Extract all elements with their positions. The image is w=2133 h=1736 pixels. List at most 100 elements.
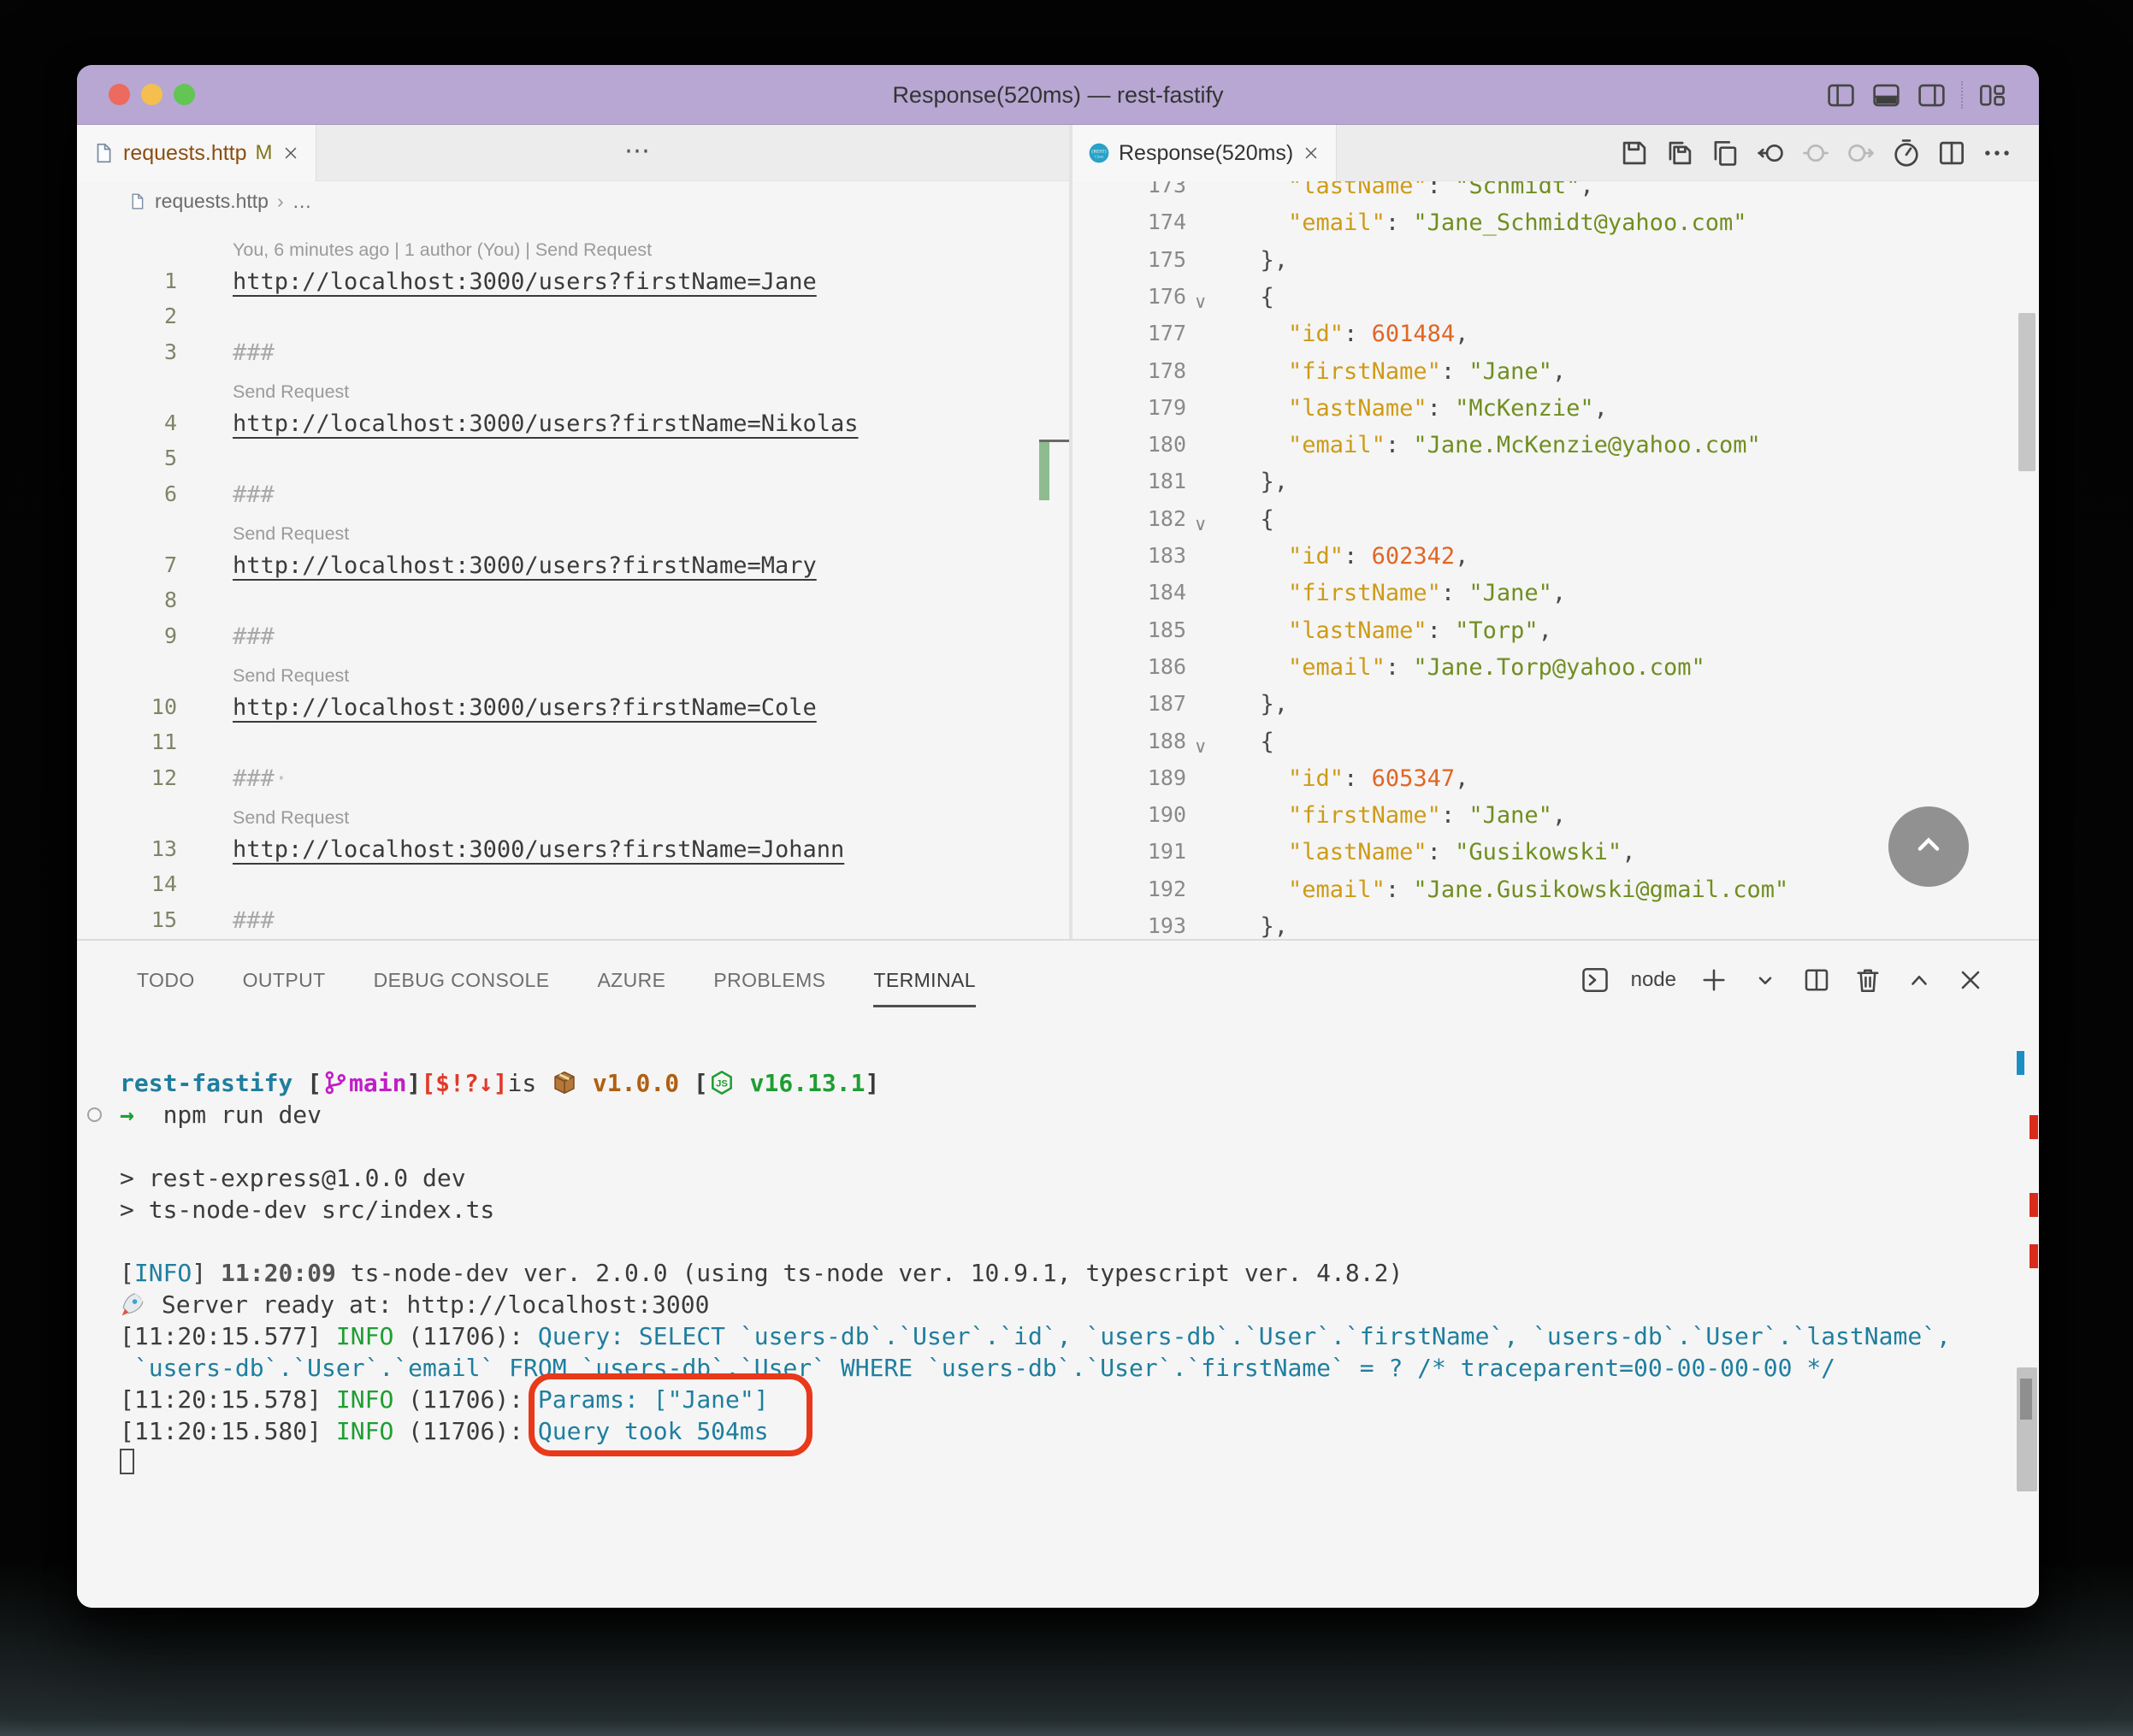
json-line: 179 "lastName": "McKenzie", [1072,395,2039,432]
panel-tab-output[interactable]: OUTPUT [243,941,326,1019]
new-terminal-icon[interactable] [1699,965,1729,995]
line-number: 181 [1147,469,1186,494]
line-number: 15 [151,906,177,932]
layout-panel-icon[interactable] [1870,80,1902,111]
close-tab-icon[interactable] [281,144,300,162]
close-panel-icon[interactable] [1955,965,1986,995]
json-line: 178 "firstName": "Jane", [1072,358,2039,395]
line-number: 12 [151,765,177,790]
fold-chevron-icon[interactable]: ∨ [1194,506,1207,543]
active-tab-underline [873,1005,976,1007]
breadcrumb-more[interactable]: … [292,190,312,213]
line-number: 3 [163,339,177,364]
tab-label: requests.http [123,140,247,165]
json-line: 184 "firstName": "Jane", [1072,580,2039,617]
send-request-lens[interactable]: You, 6 minutes ago | 1 author (You) | Se… [233,233,652,269]
nav-forward-icon[interactable] [1845,137,1877,169]
breadcrumb-file[interactable]: requests.http [155,190,269,213]
scroll-to-top-button[interactable] [1888,806,1969,887]
request-separator-comment: ### [233,906,275,934]
send-request-lens[interactable]: Send Request [233,800,349,836]
request-url-link[interactable]: http://localhost:3000/users?firstName=Co… [233,694,817,721]
tab-requests-http[interactable]: requests.http M [77,125,316,181]
request-url-link[interactable]: http://localhost:3000/users?firstName=Ja… [233,269,817,295]
save-copy-icon[interactable] [1663,137,1696,169]
line-number: 176 [1147,283,1186,309]
terminal-cursor [120,1449,134,1474]
tab-overflow-button[interactable]: ⋯ [624,125,650,181]
line-number: 14 [151,871,177,896]
panel-tab-terminal[interactable]: TERMINAL [873,941,976,1019]
send-request-lens[interactable]: Send Request [233,375,349,410]
send-request-lens[interactable]: Send Request [233,517,349,552]
breadcrumb[interactable]: requests.http › … [128,181,312,221]
split-terminal-icon[interactable] [1801,965,1832,995]
line-number: 6 [163,481,177,506]
line-number: 4 [163,410,177,435]
code-line: 5 [77,446,1069,481]
codelens-row: You, 6 minutes ago | 1 author (You) | Se… [77,233,1069,269]
tab-label: Response(520ms) [1119,140,1294,165]
json-line: 175 }, [1072,247,2039,284]
json-line: 180 "email": "Jane.McKenzie@yahoo.com" [1072,432,2039,469]
code-line: 14 [77,871,1069,907]
fold-chevron-icon[interactable]: ∨ [1194,729,1207,765]
rest-client-icon: {REST} Client [1088,140,1110,166]
split-editor-icon[interactable] [1935,137,1968,169]
request-url-link[interactable]: http://localhost:3000/users?firstName=Ma… [233,552,817,579]
line-number: 192 [1147,876,1186,901]
line-number: 175 [1147,246,1186,272]
code-line: 6 ### [77,481,1069,517]
save-icon[interactable] [1618,137,1651,169]
request-separator-comment: ### [233,623,275,650]
editor-actions [1618,125,2013,181]
request-url-link[interactable]: http://localhost:3000/users?firstName=Ni… [233,410,859,437]
chevron-down-icon[interactable] [1750,965,1781,995]
layout-sidebar-left-icon[interactable] [1825,80,1857,111]
trash-icon[interactable] [1852,965,1883,995]
svg-text:JS: JS [716,1079,728,1089]
json-line: 186 "email": "Jane.Torp@yahoo.com" [1072,654,2039,691]
code-line: 9 ### [77,623,1069,659]
file-icon [92,140,115,166]
layout-customize-icon[interactable] [1976,80,2008,111]
code-line: 15 ### [77,907,1069,940]
nav-circle-icon[interactable] [1799,137,1832,169]
json-line: 189 "id": 605347, [1072,765,2039,802]
tab-response[interactable]: {REST} Client Response(520ms) [1072,125,1338,181]
json-line: 177 "id": 601484, [1072,321,2039,357]
more-icon[interactable] [1981,137,2013,169]
editor-scrollbar-thumb[interactable] [2018,313,2036,471]
terminal-scrollbar-inner [2020,1379,2032,1420]
command-decoration-icon[interactable] [87,1107,102,1122]
panel-tab-problems[interactable]: PROBLEMS [713,941,825,1019]
panel-tab-debug-console[interactable]: DEBUG CONSOLE [374,941,550,1019]
layout-sidebar-right-icon[interactable] [1916,80,1947,111]
timer-icon[interactable] [1890,137,1923,169]
terminal-mark-blue [2017,1051,2024,1075]
terminal-profile-icon[interactable] [1580,965,1610,995]
panel-tabs: TODO OUTPUT DEBUG CONSOLE AZURE PROBLEMS TERM… [137,941,976,1019]
active-shell-label[interactable]: node [1631,968,1676,992]
panel-tab-azure[interactable]: AZURE [597,941,665,1019]
chevron-up-icon[interactable] [1904,965,1935,995]
line-number: 191 [1147,839,1186,865]
json-line: 192 "email": "Jane.Gusikowski@gmail.com" [1072,877,2039,913]
breadcrumb-file-icon [128,191,146,212]
line-number: 182 [1147,505,1186,531]
request-url-link[interactable]: http://localhost:3000/users?firstName=Jo… [233,836,844,863]
code-line: 11 [77,729,1069,765]
line-number: 5 [163,446,177,470]
send-request-lens[interactable]: Send Request [233,658,349,694]
svg-text:Client: Client [1095,154,1104,158]
line-number: 183 [1147,543,1186,568]
titlebar-separator [1961,81,1963,109]
nav-back-icon[interactable] [1754,137,1787,169]
code-line: 4 http://localhost:3000/users?firstName=N… [77,410,1069,446]
copy-icon[interactable] [1709,137,1741,169]
line-number: 10 [151,694,177,719]
close-tab-icon[interactable] [1302,144,1321,162]
panel-tab-todo[interactable]: TODO [137,941,195,1019]
fold-chevron-icon[interactable]: ∨ [1194,284,1207,321]
line-number: 190 [1147,802,1186,828]
